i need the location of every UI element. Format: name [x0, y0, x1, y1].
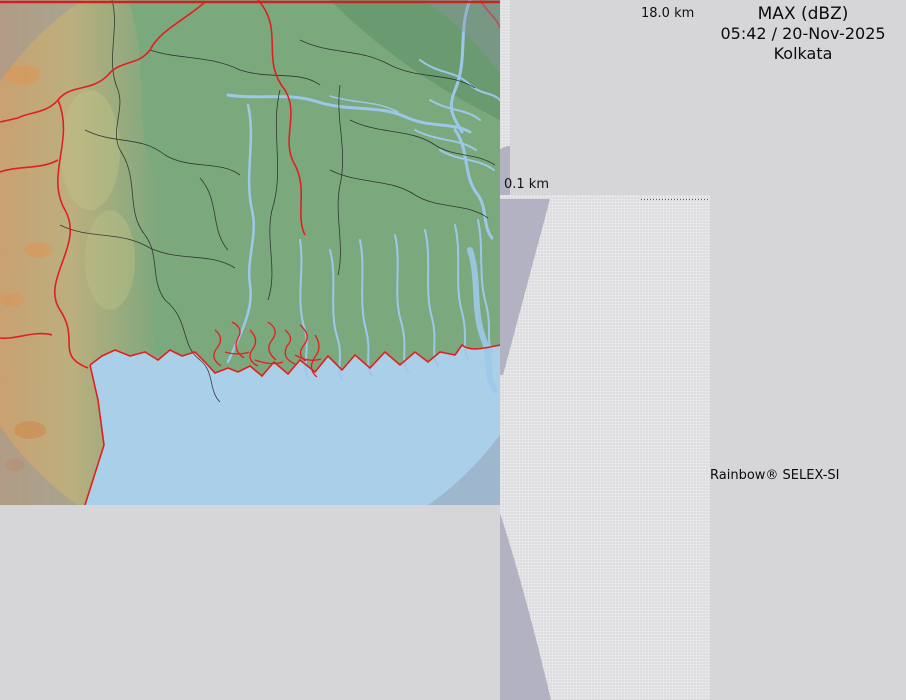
base-terrain [0, 0, 500, 505]
height-axis-max-label: 18.0 km [641, 6, 694, 21]
radar-map [0, 0, 500, 505]
side-cross-section-panel [500, 195, 710, 700]
legend-tick-labels [786, 0, 906, 450]
side-envelope [500, 199, 551, 700]
software-name: Rainbow® SELEX-SI [710, 468, 904, 483]
radar-product-screen: { "legend": { "title": "MAX (dBZ)", "dat… [0, 0, 906, 700]
radar-map-panel [0, 0, 500, 505]
product-info-block: Rainbow® SELEX-SI [710, 461, 904, 483]
side-cross-section-plot [500, 195, 710, 700]
height-axis-min-label: 0.1 km [504, 177, 549, 192]
